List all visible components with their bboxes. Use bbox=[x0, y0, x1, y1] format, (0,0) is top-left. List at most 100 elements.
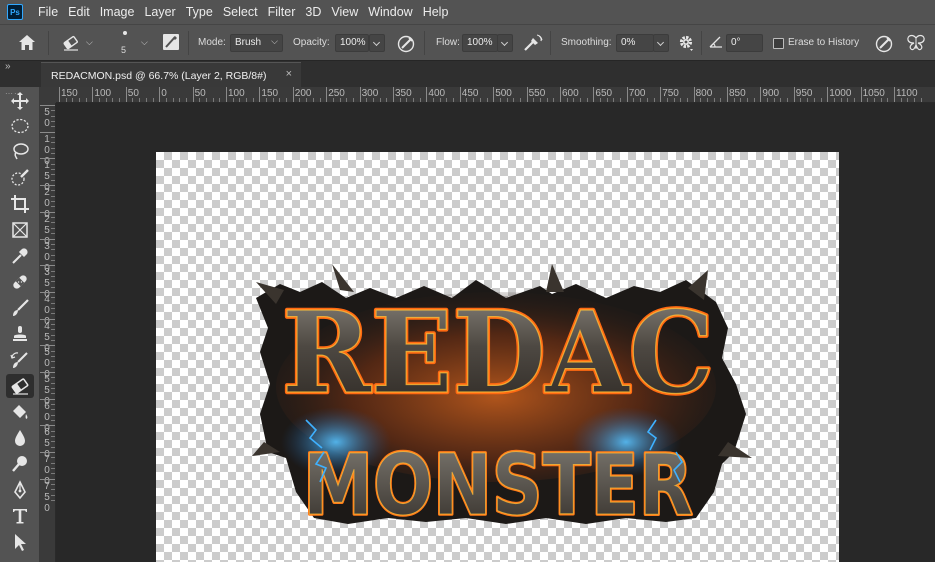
brush-settings-icon[interactable] bbox=[162, 33, 180, 51]
ruler-tick bbox=[125, 87, 127, 102]
ruler-label: 300 bbox=[361, 88, 379, 99]
paint-bucket-tool[interactable] bbox=[6, 400, 34, 424]
flow-dropdown[interactable] bbox=[497, 34, 513, 52]
symmetry-butterfly-icon[interactable] bbox=[906, 34, 926, 52]
clone-stamp-tool[interactable] bbox=[6, 322, 34, 346]
angle-input[interactable]: 0° bbox=[726, 34, 763, 52]
ruler-tick bbox=[299, 98, 301, 102]
mode-select[interactable]: Brush ⌵ bbox=[230, 34, 283, 52]
smoothing-dropdown[interactable] bbox=[653, 34, 669, 52]
menu-view[interactable]: View bbox=[326, 0, 363, 24]
airbrush-icon[interactable] bbox=[522, 33, 544, 53]
ruler-tick bbox=[640, 98, 642, 102]
menu-3d[interactable]: 3D bbox=[300, 0, 326, 24]
ruler-tick bbox=[553, 98, 555, 102]
menu-image[interactable]: Image bbox=[95, 0, 140, 24]
home-icon[interactable] bbox=[18, 34, 36, 51]
horizontal-ruler[interactable]: 150 100 50 0 50 100 150 200 250 300 350 400 450 500 55… bbox=[56, 87, 935, 103]
ruler-tick bbox=[593, 87, 595, 102]
history-brush-tool[interactable] bbox=[6, 348, 34, 372]
ruler-tick bbox=[51, 339, 55, 341]
gear-icon[interactable] bbox=[678, 34, 694, 52]
ruler-tick bbox=[51, 430, 55, 432]
ruler-tick bbox=[40, 291, 55, 293]
ruler-tick bbox=[51, 286, 55, 288]
preset-chevron-down-icon[interactable]: ⌵ bbox=[86, 37, 93, 48]
ruler-tick bbox=[733, 98, 735, 102]
flow-input[interactable]: 100% bbox=[462, 34, 498, 52]
collapse-panels-icon[interactable]: » bbox=[5, 61, 11, 72]
menu-file[interactable]: File bbox=[33, 0, 63, 24]
menu-layer[interactable]: Layer bbox=[139, 0, 180, 24]
eraser-tool[interactable] bbox=[6, 374, 34, 398]
menu-select[interactable]: Select bbox=[218, 0, 263, 24]
ruler-label: 200 bbox=[294, 88, 312, 99]
move-tool[interactable] bbox=[6, 89, 34, 113]
ruler-tick bbox=[51, 484, 55, 486]
frame-icon bbox=[12, 222, 28, 238]
ruler-tick bbox=[459, 87, 461, 102]
close-icon[interactable]: × bbox=[286, 68, 292, 80]
frame-tool[interactable] bbox=[6, 218, 34, 242]
blur-icon bbox=[15, 430, 25, 446]
ruler-label: 550 bbox=[528, 88, 546, 99]
ruler-tick bbox=[399, 98, 401, 102]
ruler-tick bbox=[51, 153, 55, 155]
smoothing-label: Smoothing: bbox=[561, 37, 612, 48]
photoshop-logo[interactable]: Ps bbox=[7, 4, 23, 20]
logo-line-monster-inner-glow: MONSTER bbox=[303, 436, 693, 534]
ruler-tick bbox=[51, 355, 55, 357]
quick-selection-tool[interactable] bbox=[6, 166, 34, 190]
vertical-ruler[interactable]: 5010015020025030035040045050055060065070… bbox=[40, 103, 56, 562]
opacity-dropdown[interactable] bbox=[369, 34, 385, 52]
ruler-tick bbox=[51, 243, 55, 245]
ruler-origin[interactable] bbox=[40, 87, 56, 103]
ruler-tick bbox=[51, 350, 55, 352]
ruler-tick bbox=[51, 500, 55, 502]
document-tab[interactable]: REDACMON.psd @ 66.7% (Layer 2, RGB/8#) × bbox=[41, 62, 301, 88]
pressure-opacity-icon[interactable] bbox=[396, 34, 416, 54]
brush-tool[interactable] bbox=[6, 296, 34, 320]
angle-icon[interactable] bbox=[708, 35, 724, 49]
ruler-tick bbox=[51, 281, 55, 283]
brush-tip-icon[interactable] bbox=[123, 31, 127, 35]
ruler-tick bbox=[633, 98, 635, 102]
menu-window[interactable]: Window bbox=[363, 0, 417, 24]
canvas-workspace[interactable]: REDAC REDAC MONSTER MONSTER bbox=[57, 104, 935, 562]
ruler-tick bbox=[51, 169, 55, 171]
smoothing-input[interactable]: 0% bbox=[616, 34, 654, 52]
ruler-tick bbox=[192, 87, 194, 102]
dodge-tool[interactable] bbox=[6, 452, 34, 476]
erase-to-history-checkbox[interactable] bbox=[773, 38, 784, 49]
ruler-tick bbox=[706, 98, 708, 102]
document-canvas[interactable]: REDAC REDAC MONSTER MONSTER bbox=[156, 152, 839, 562]
brush-chevron-down-icon[interactable]: ⌵ bbox=[141, 37, 148, 48]
healing-brush-tool[interactable] bbox=[6, 270, 34, 294]
menu-filter[interactable]: Filter bbox=[263, 0, 301, 24]
menu-help[interactable]: Help bbox=[418, 0, 454, 24]
opacity-input[interactable]: 100% bbox=[335, 34, 369, 52]
ruler-tick bbox=[51, 393, 55, 395]
eraser-preset-icon[interactable] bbox=[62, 35, 80, 51]
ruler-label: 100 bbox=[94, 88, 112, 99]
menu-type[interactable]: Type bbox=[181, 0, 218, 24]
type-tool[interactable] bbox=[6, 504, 34, 528]
ruler-label: 750 bbox=[44, 480, 50, 514]
marquee-tool[interactable] bbox=[6, 114, 34, 138]
menu-edit[interactable]: Edit bbox=[63, 0, 95, 24]
ruler-label: 100 bbox=[228, 88, 245, 99]
ruler-tick bbox=[894, 87, 895, 102]
pressure-size-icon[interactable] bbox=[874, 34, 894, 54]
eyedropper-tool[interactable] bbox=[6, 244, 34, 268]
pen-tool[interactable] bbox=[6, 478, 34, 502]
ruler-tick bbox=[272, 98, 274, 102]
ruler-tick bbox=[212, 98, 214, 102]
path-selection-tool[interactable] bbox=[6, 530, 34, 554]
crop-tool[interactable] bbox=[6, 192, 34, 216]
ruler-tick bbox=[920, 98, 922, 102]
ruler-tick bbox=[51, 307, 55, 309]
ruler-tick bbox=[613, 98, 615, 102]
blur-tool[interactable] bbox=[6, 426, 34, 450]
ruler-tick bbox=[673, 98, 675, 102]
lasso-tool[interactable] bbox=[6, 140, 34, 164]
